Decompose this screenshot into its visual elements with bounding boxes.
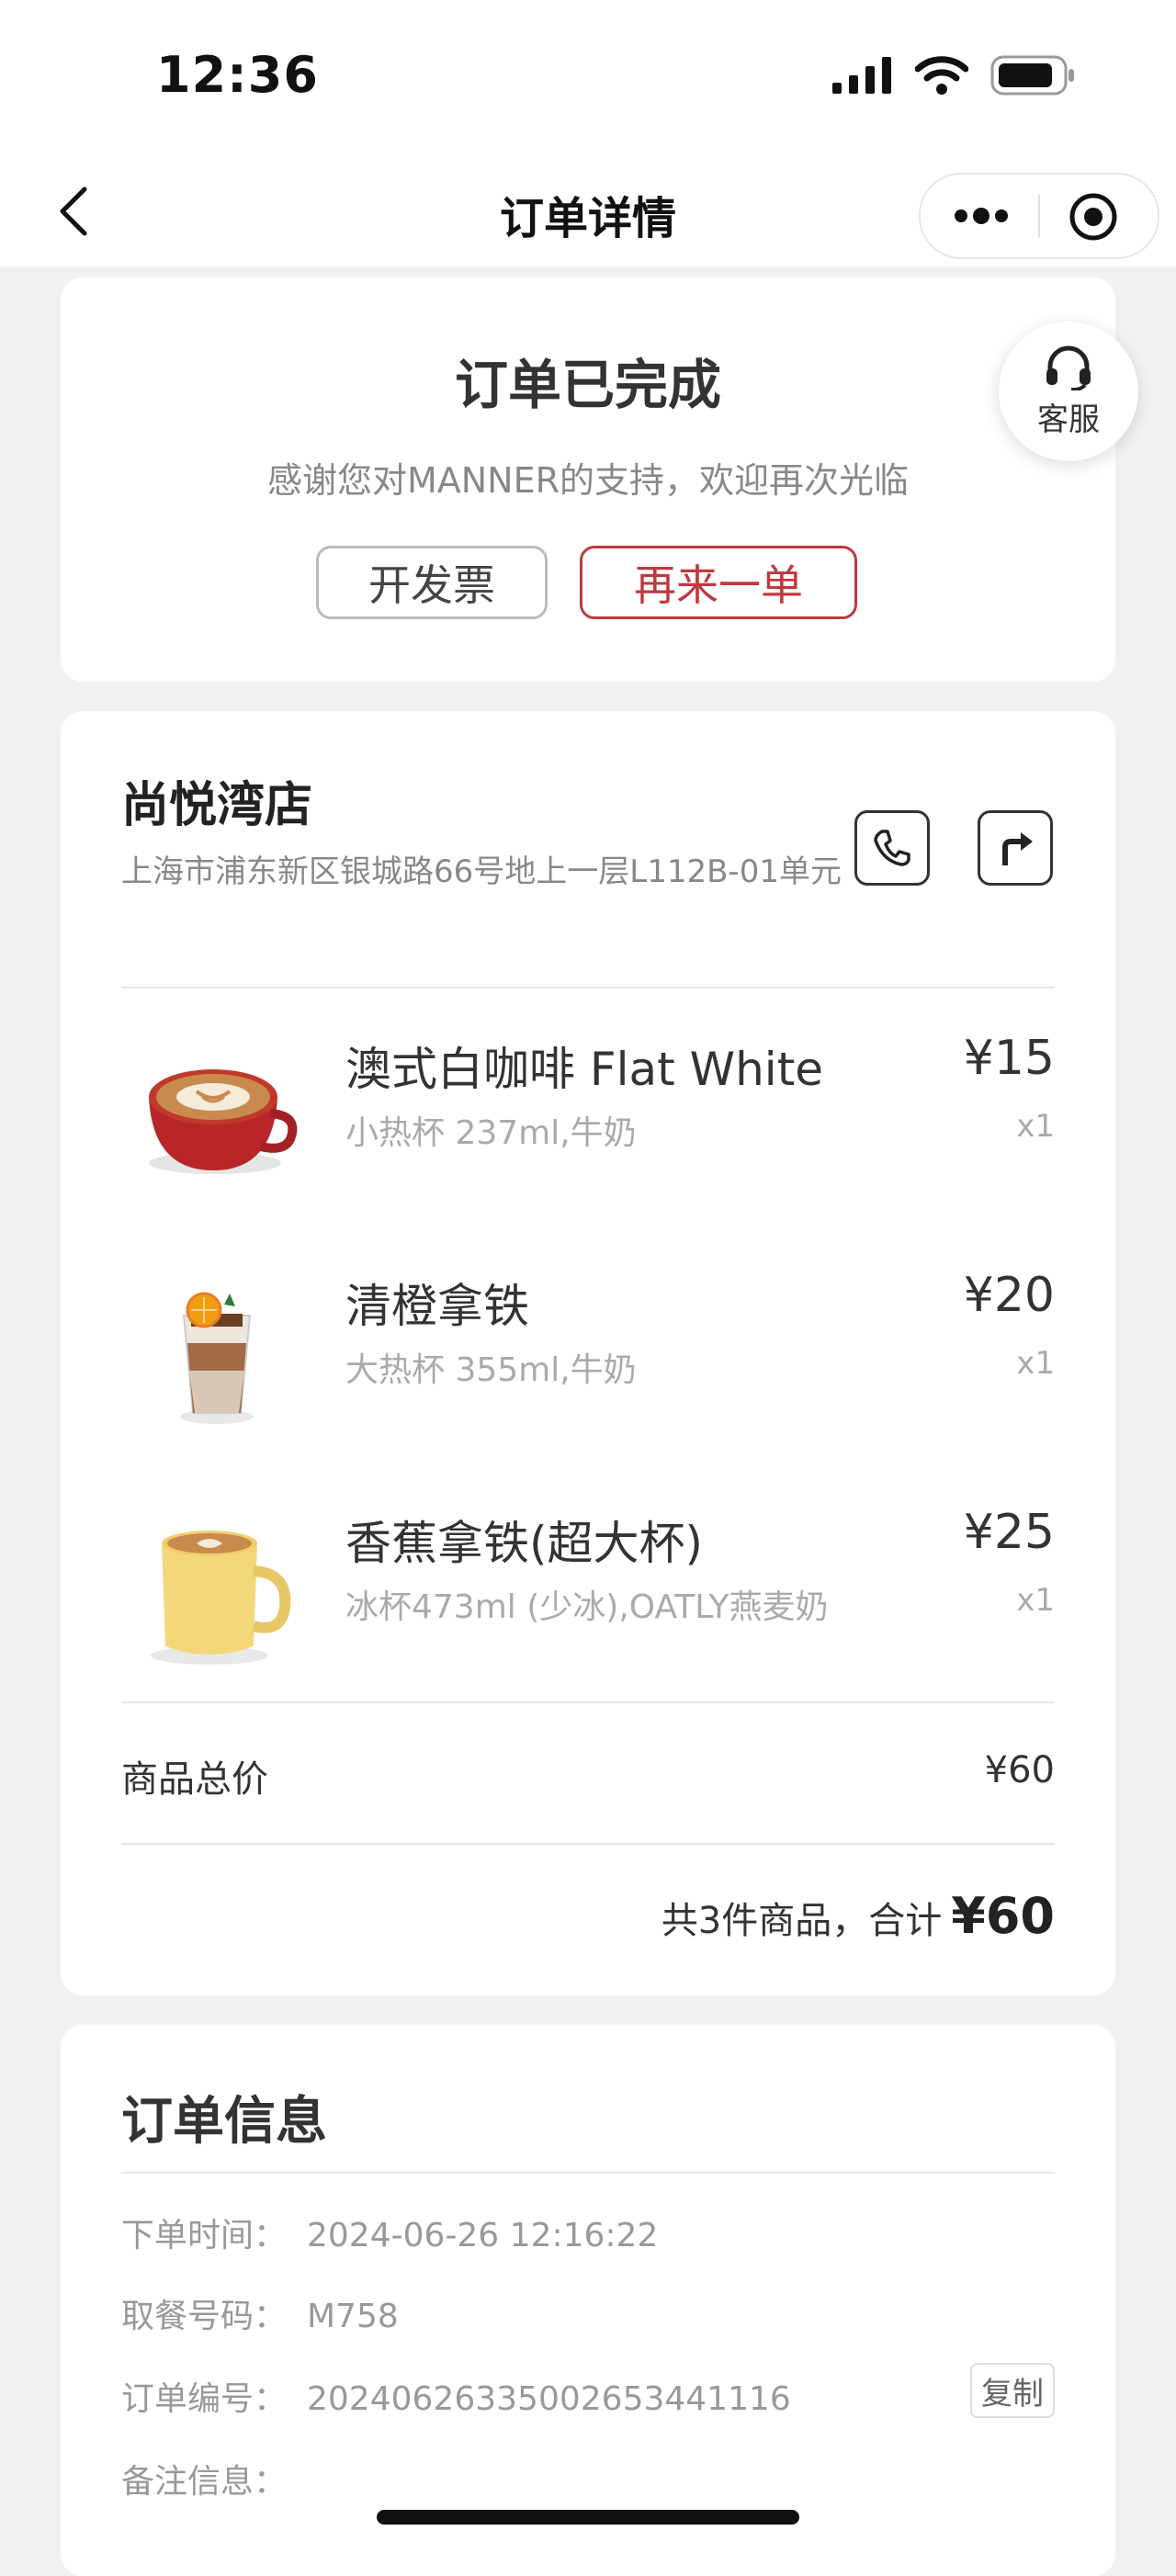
divider	[121, 2172, 1055, 2174]
status-time: 12:36	[156, 46, 319, 104]
order-summary: 共3件商品，合计 ¥60	[662, 1887, 1055, 1945]
call-store-button[interactable]	[854, 810, 930, 886]
close-mini-program-button[interactable]	[1068, 191, 1119, 243]
summary-amount: ¥60	[951, 1887, 1055, 1945]
order-status-card: 订单已完成 感谢您对MANNER的支持，欢迎再次光临 开发票 再来一单	[61, 277, 1115, 682]
wifi-icon	[915, 56, 968, 95]
info-label: 订单编号：	[121, 2380, 288, 2418]
orange-latte-image	[180, 1292, 254, 1424]
store-name: 尚悦湾店	[121, 778, 313, 833]
item-name: 澳式白咖啡 Flat White	[345, 1043, 824, 1096]
divider	[121, 1701, 1055, 1703]
order-item[interactable]: 澳式白咖啡 Flat White 小热杯 237ml,牛奶 ¥15 x1	[61, 996, 1115, 1233]
divider	[121, 1843, 1055, 1845]
battery-icon	[990, 55, 1074, 96]
item-spec: 冰杯473ml (少冰),OATLY燕麦奶	[345, 1588, 829, 1626]
info-value: 2024-06-26 12:16:22	[307, 2217, 659, 2254]
customer-service-button[interactable]: 客服	[999, 322, 1138, 461]
order-number-row: 订单编号： 20240626335002653441116	[121, 2372, 791, 2420]
order-item[interactable]: 清橙拿铁 大热杯 355ml,牛奶 ¥20 x1	[61, 1233, 1115, 1470]
reorder-button[interactable]: 再来一单	[580, 546, 857, 619]
goods-total-value: ¥60	[984, 1749, 1055, 1791]
order-info-title: 订单信息	[121, 2092, 327, 2152]
goods-total-label: 商品总价	[121, 1758, 268, 1801]
item-quantity: x1	[1016, 1345, 1055, 1382]
remark-row: 备注信息：	[121, 2455, 307, 2503]
item-spec: 小热杯 237ml,牛奶	[345, 1114, 637, 1152]
flat-white-image	[149, 1069, 298, 1174]
copy-order-number-button[interactable]: 复制	[970, 2363, 1055, 2418]
mini-program-capsule	[919, 173, 1159, 259]
item-price: ¥15	[963, 1031, 1055, 1086]
navigation-turn-icon	[1002, 832, 1033, 865]
target-close-icon	[1069, 193, 1117, 241]
item-quantity: x1	[1016, 1582, 1055, 1619]
item-price: ¥25	[963, 1505, 1055, 1560]
navigate-button[interactable]	[978, 810, 1053, 886]
status-bar: 12:36	[0, 0, 1176, 156]
customer-service-label: 客服	[1037, 401, 1100, 438]
order-item[interactable]: 香蕉拿铁(超大杯) 冰杯473ml (少冰),OATLY燕麦奶 ¥25 x1	[61, 1470, 1115, 1707]
capsule-divider	[1038, 195, 1040, 237]
store-address: 上海市浦东新区银城路66号地上一层L112B-01单元	[121, 853, 842, 890]
signal-icon	[832, 57, 891, 94]
order-status-title: 订单已完成	[454, 354, 721, 416]
info-value: M758	[307, 2298, 399, 2335]
home-indicator[interactable]	[377, 2510, 799, 2525]
info-label: 取餐号码：	[121, 2298, 288, 2335]
banana-latte-image	[151, 1531, 291, 1665]
order-info-card: 订单信息 下单时间： 2024-06-26 12:16:22 取餐号码： M758 …	[61, 2025, 1115, 2576]
divider	[121, 987, 1055, 989]
item-name: 香蕉拿铁(超大杯)	[345, 1517, 704, 1570]
headset-icon	[1046, 345, 1091, 390]
pickup-number-row: 取餐号码： M758	[121, 2289, 399, 2337]
more-dots-icon	[955, 208, 1008, 224]
phone-icon	[874, 830, 910, 866]
nav-bar: 订单详情	[0, 156, 1176, 266]
item-spec: 大热杯 355ml,牛奶	[345, 1351, 637, 1389]
store-order-card: 尚悦湾店 上海市浦东新区银城路66号地上一层L112B-01单元 澳式白咖啡 F…	[61, 711, 1115, 1995]
more-button[interactable]	[944, 193, 1018, 239]
item-quantity: x1	[1016, 1108, 1055, 1145]
status-icons	[832, 55, 1075, 96]
order-time-row: 下单时间： 2024-06-26 12:16:22	[121, 2209, 658, 2256]
info-value: 20240626335002653441116	[307, 2380, 791, 2418]
summary-text: 共3件商品，合计	[661, 1900, 943, 1942]
invoice-button[interactable]: 开发票	[316, 546, 548, 619]
item-name: 清橙拿铁	[345, 1280, 529, 1333]
order-status-subtitle: 感谢您对MANNER的支持，欢迎再次光临	[266, 460, 910, 501]
item-price: ¥20	[963, 1268, 1055, 1323]
info-label: 备注信息：	[121, 2463, 288, 2501]
info-label: 下单时间：	[121, 2217, 288, 2254]
